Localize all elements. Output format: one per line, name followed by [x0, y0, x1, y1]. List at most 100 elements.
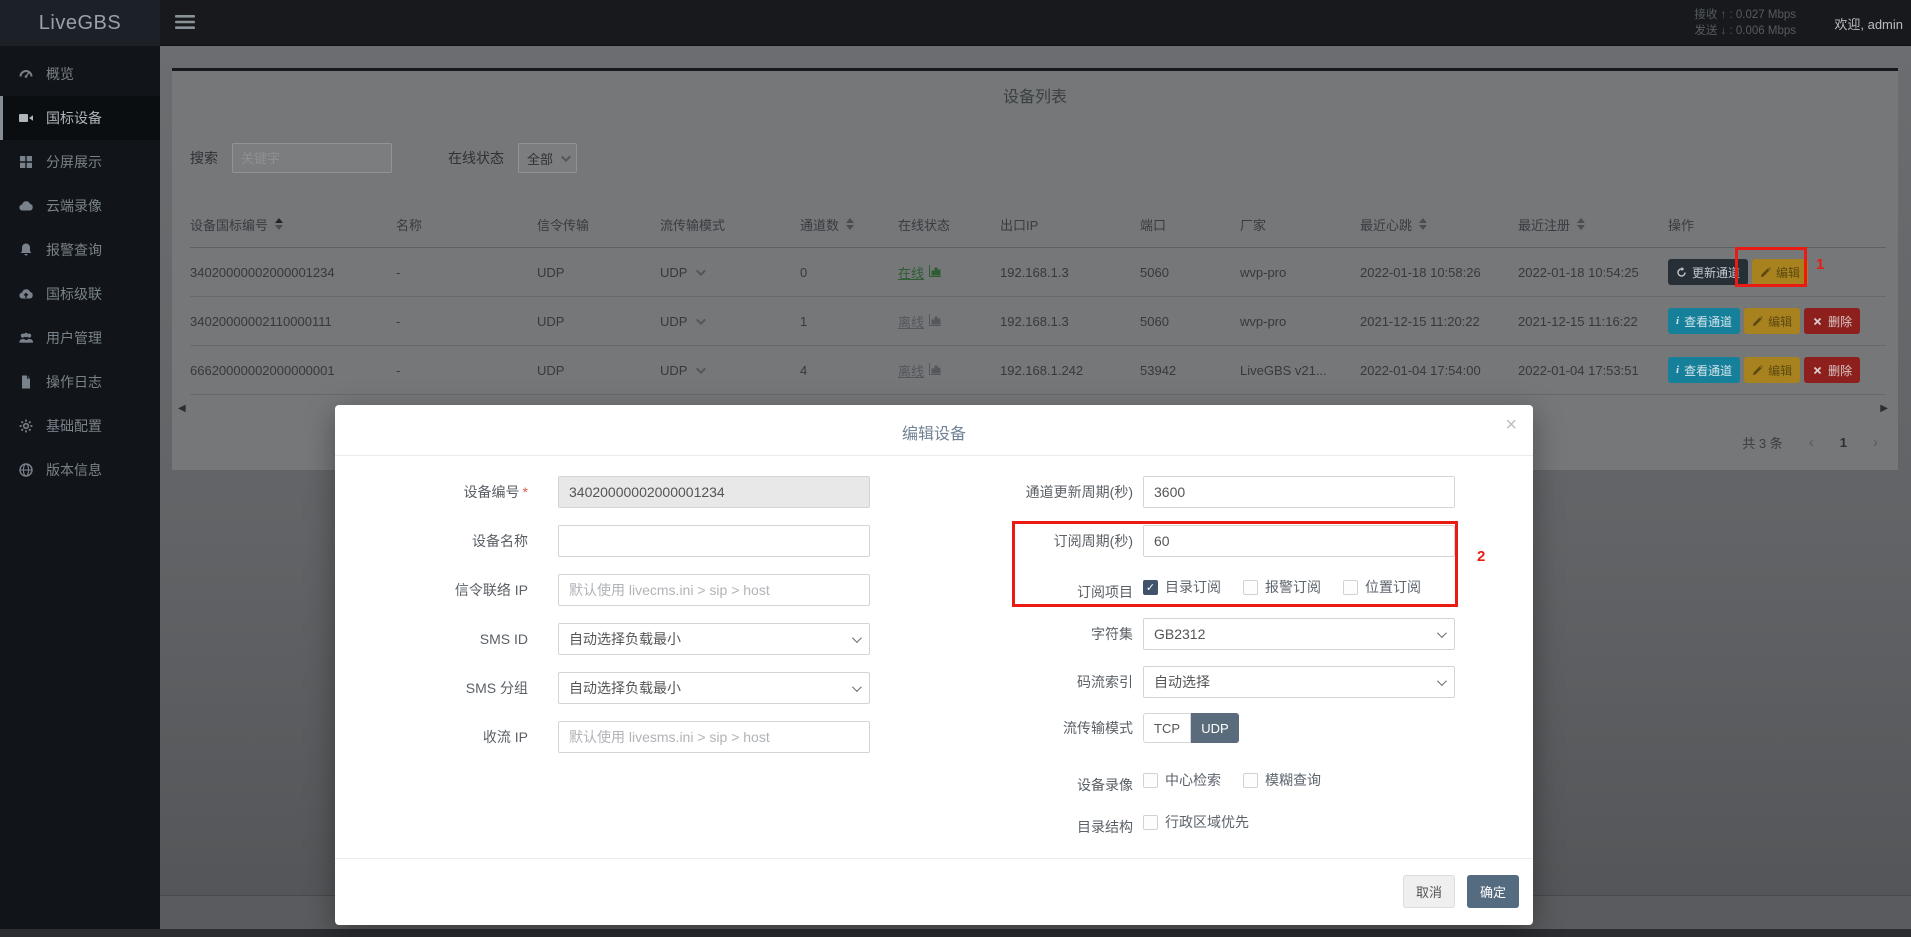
sms-id-select[interactable]: 自动选择负载最小 [558, 623, 870, 655]
delete-button[interactable]: 删除 [1804, 308, 1860, 334]
tcp-option[interactable]: TCP [1143, 713, 1191, 743]
status-link[interactable]: 在线 [898, 263, 942, 282]
sip-contact-ip-field[interactable] [558, 574, 870, 606]
sms-group-select[interactable]: 自动选择负载最小 [558, 672, 870, 704]
channel-update-period-label: 通道更新周期(秒) [953, 483, 1133, 501]
chevron-down-icon [696, 364, 706, 374]
close-icon[interactable]: × [1505, 415, 1517, 435]
checkbox-label: 位置订阅 [1365, 577, 1421, 597]
sort-icon[interactable] [1419, 218, 1427, 230]
scroll-left-icon[interactable]: ◀ [178, 403, 186, 414]
online-status-cell[interactable]: 离线 [898, 361, 1000, 380]
edit-button[interactable]: 编辑 [1744, 308, 1800, 334]
view-channels-button[interactable]: i查看通道 [1668, 357, 1740, 383]
sidebar-item-overview[interactable]: 概览 [0, 52, 160, 96]
column-header-1[interactable]: 设备国标编号 [190, 215, 396, 234]
vendor-cell: wvp-pro [1240, 265, 1360, 280]
sort-icon[interactable] [275, 218, 283, 230]
sidebar-item-user-management[interactable]: 用户管理 [0, 316, 160, 360]
column-header-label: 设备国标编号 [190, 215, 268, 234]
table-body: 34020000002000001234-UDPUDP0在线192.168.1.… [190, 248, 1886, 395]
refresh-channels-button[interactable]: 更新通道 [1668, 259, 1748, 285]
online-status-select[interactable]: 全部 [518, 143, 577, 173]
action-button-label: 编辑 [1768, 362, 1792, 379]
view-channels-button[interactable]: i查看通道 [1668, 308, 1740, 334]
subscribe-period-field[interactable] [1143, 525, 1455, 557]
udp-option[interactable]: UDP [1191, 713, 1239, 743]
last-heartbeat-cell: 2021-12-15 11:20:22 [1360, 314, 1518, 329]
delete-button[interactable]: 删除 [1804, 357, 1860, 383]
status-link[interactable]: 离线 [898, 312, 942, 331]
edit-icon [1752, 365, 1763, 376]
stream-index-select[interactable]: 自动选择 [1143, 666, 1455, 698]
recv-stream-ip-field[interactable] [558, 721, 870, 753]
device-name-field[interactable] [558, 525, 870, 557]
column-header-label: 端口 [1140, 215, 1166, 234]
menu-toggle-icon[interactable] [175, 14, 195, 32]
status-link[interactable]: 离线 [898, 361, 942, 380]
checkbox-label: 模糊查询 [1265, 770, 1321, 790]
search-row: 搜索 在线状态 全部 [190, 143, 577, 173]
stream-mode-dropdown[interactable]: UDP [660, 363, 703, 378]
online-status-cell[interactable]: 在线 [898, 263, 1000, 282]
column-header-9: 厂家 [1240, 215, 1360, 234]
sidebar-item-basic-config[interactable]: 基础配置 [0, 404, 160, 448]
subscribe-items-checkbox-1[interactable] [1243, 580, 1258, 595]
sort-icon[interactable] [846, 218, 854, 230]
cancel-button[interactable]: 取消 [1403, 875, 1455, 908]
sidebar-item-label: 分屏展示 [46, 152, 102, 172]
column-header-11[interactable]: 最近注册 [1518, 215, 1668, 234]
sidebar-item-gb-devices[interactable]: 国标设备 [0, 96, 160, 140]
delete-icon [1812, 316, 1823, 327]
search-input[interactable] [232, 143, 392, 173]
edit-button[interactable]: 编辑 [1752, 259, 1808, 285]
current-page[interactable]: 1 [1840, 435, 1847, 450]
stream-mode-dropdown[interactable]: UDP [660, 314, 703, 329]
sidebar: LiveGBS 概览国标设备分屏展示云端录像报警查询国标级联用户管理操作日志基础… [0, 0, 160, 937]
modal-title: 编辑设备 [335, 420, 1533, 444]
online-status-cell[interactable]: 离线 [898, 312, 1000, 331]
sidebar-item-operation-log[interactable]: 操作日志 [0, 360, 160, 404]
sidebar-item-alarm-query[interactable]: 报警查询 [0, 228, 160, 272]
users-icon [18, 330, 34, 346]
stream-mode-cell[interactable]: UDP [660, 363, 800, 378]
stream-mode-cell[interactable]: UDP [660, 265, 800, 280]
sidebar-item-label: 报警查询 [46, 240, 102, 260]
checkbox-label: 目录订阅 [1165, 577, 1221, 597]
action-button-label: 编辑 [1776, 264, 1800, 281]
subscribe-items-checkbox-0[interactable]: ✓ [1143, 580, 1158, 595]
scroll-right-icon[interactable]: ▶ [1880, 403, 1888, 414]
prev-page-button[interactable]: ‹ [1809, 434, 1814, 451]
device-record-checkbox-0[interactable] [1143, 773, 1158, 788]
channel-update-period-field[interactable] [1143, 476, 1455, 508]
required-asterisk: * [523, 484, 528, 500]
device-record-checkbox-1[interactable] [1243, 773, 1258, 788]
online-status-label: 在线状态 [448, 148, 504, 168]
sort-icon[interactable] [1577, 218, 1585, 230]
sidebar-item-gb-cascade[interactable]: 国标级联 [0, 272, 160, 316]
column-header-5[interactable]: 通道数 [800, 215, 898, 234]
stream-mode-dropdown[interactable]: UDP [660, 265, 703, 280]
refresh-icon [1676, 267, 1687, 278]
confirm-button[interactable]: 确定 [1467, 875, 1519, 908]
next-page-button[interactable]: › [1873, 434, 1878, 451]
column-header-label: 在线状态 [898, 215, 950, 234]
traffic-stats: 接收 ↑ : 0.027 Mbps 发送 ↓ : 0.006 Mbps [1694, 7, 1796, 39]
search-label: 搜索 [190, 148, 218, 168]
device-name-cell: - [396, 265, 537, 280]
sidebar-item-split-screen[interactable]: 分屏展示 [0, 140, 160, 184]
sidebar-item-cloud-recording[interactable]: 云端录像 [0, 184, 160, 228]
edit-button[interactable]: 编辑 [1744, 357, 1800, 383]
sidebar-item-version-info[interactable]: 版本信息 [0, 448, 160, 492]
welcome-user[interactable]: 欢迎, admin [1834, 0, 1903, 46]
stream-mode-cell[interactable]: UDP [660, 314, 800, 329]
device-record-option-0: 中心检索 [1143, 770, 1221, 790]
bar-chart-icon [929, 265, 942, 280]
charset-select[interactable]: GB2312 [1143, 618, 1455, 650]
catalog-structure-checkbox-0[interactable] [1143, 815, 1158, 830]
exit-ip-cell: 192.168.1.242 [1000, 363, 1140, 378]
column-header-10[interactable]: 最近心跳 [1360, 215, 1518, 234]
last-register-cell: 2021-12-15 11:16:22 [1518, 314, 1668, 329]
subscribe-items-checkbox-2[interactable] [1343, 580, 1358, 595]
device-record-option-1: 模糊查询 [1243, 770, 1321, 790]
